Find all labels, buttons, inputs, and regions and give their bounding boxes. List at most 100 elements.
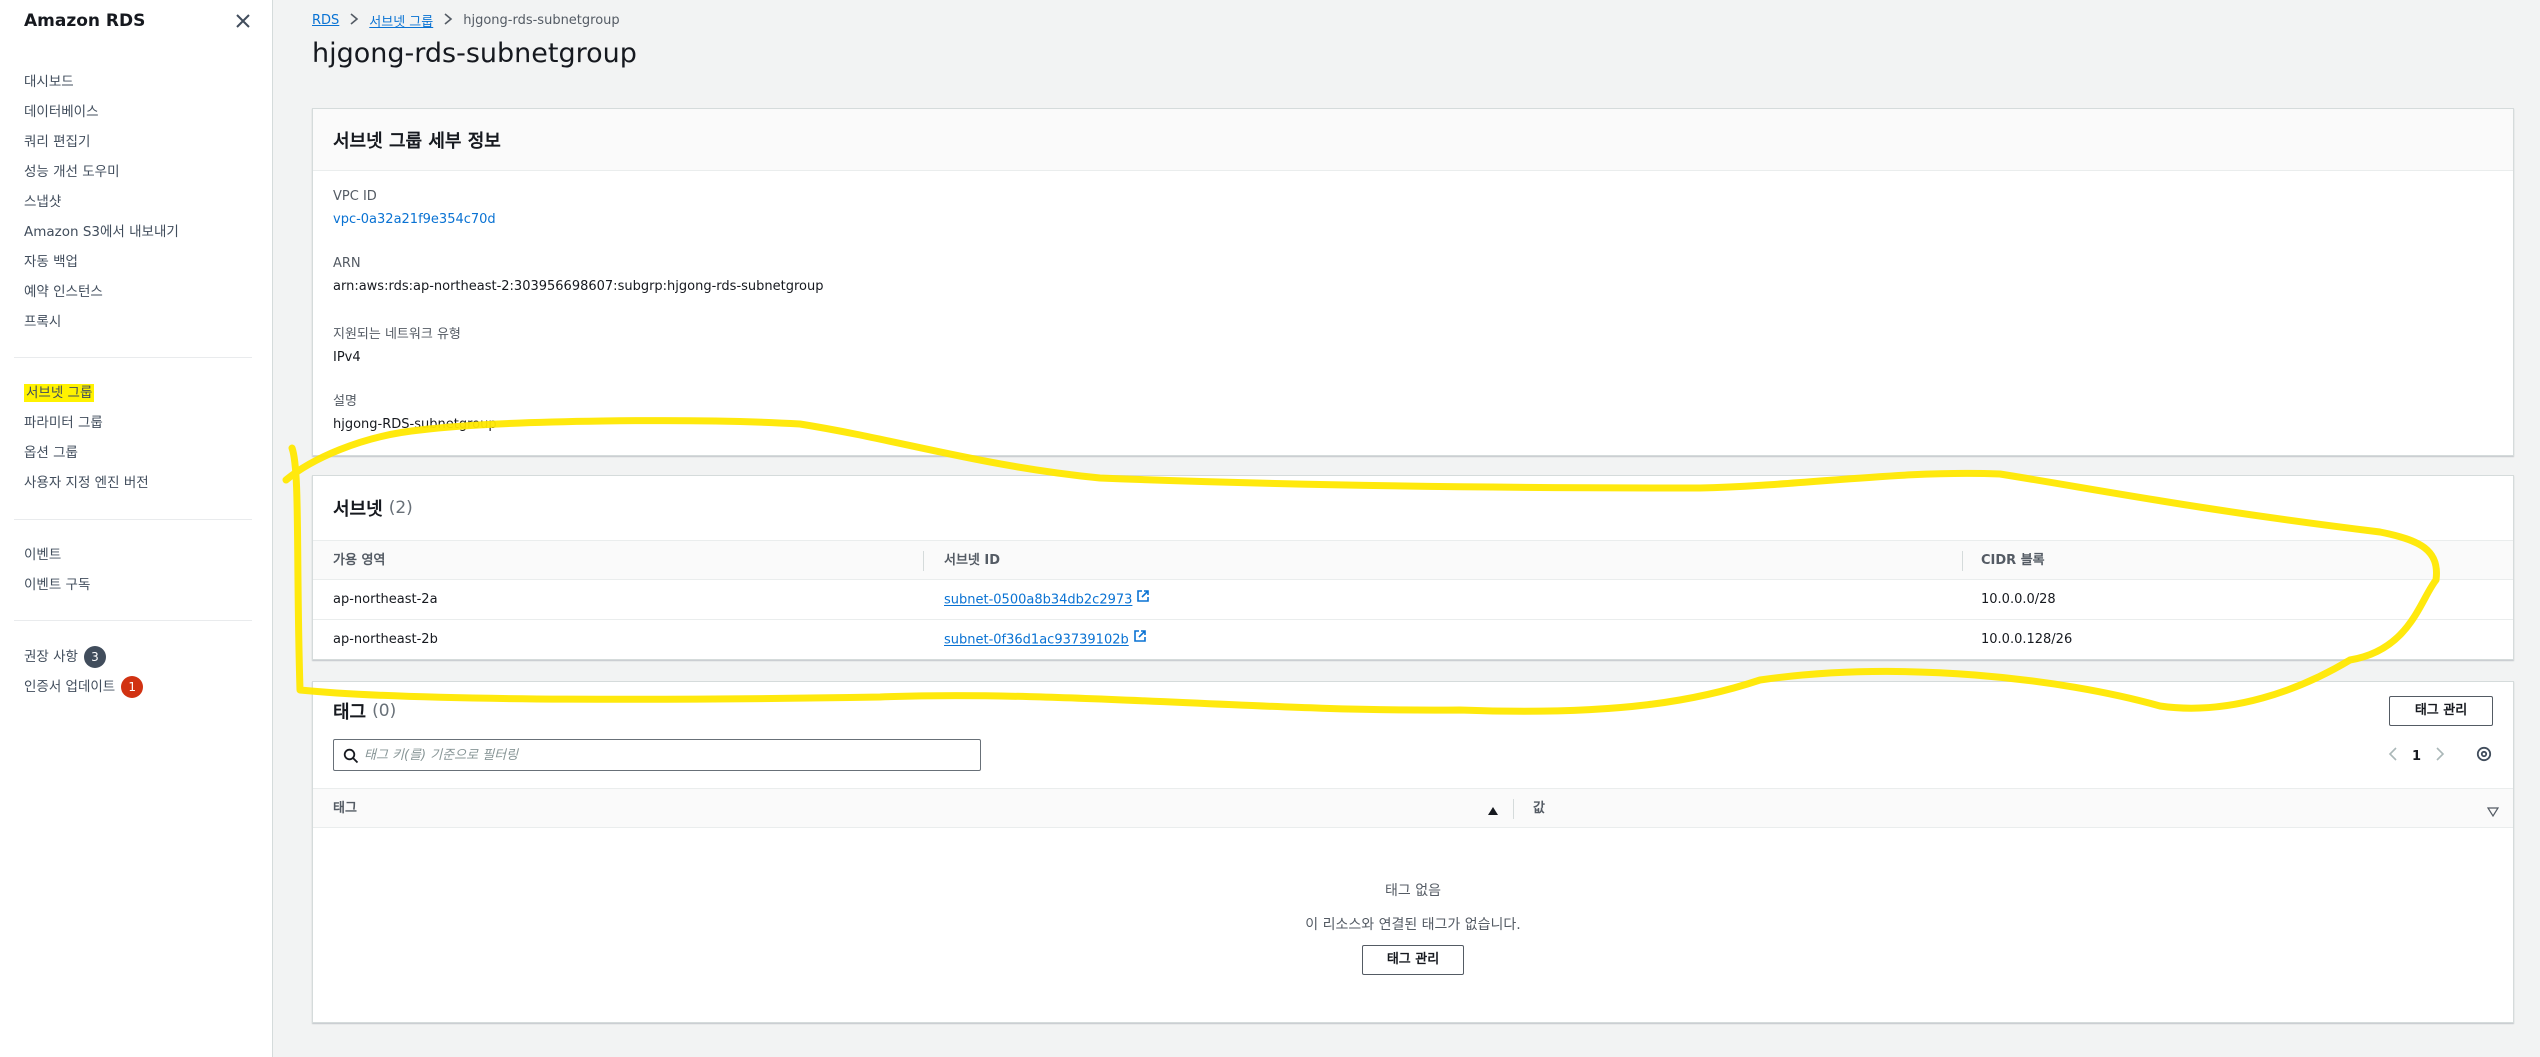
column-divider xyxy=(1962,551,1963,571)
sidebar: Amazon RDS 대시보드 데이터베이스 쿼리 편집기 성능 개선 도우미 … xyxy=(0,0,273,1057)
description-field: 설명 hjgong-RDS-subnetgroup xyxy=(333,390,497,432)
row-az: ap-northeast-2a xyxy=(333,592,438,607)
close-icon[interactable] xyxy=(232,10,254,32)
recommendations-badge: 3 xyxy=(83,646,106,668)
nav-group-events: 이벤트 이벤트 구독 xyxy=(24,540,90,600)
nav-item-proxies[interactable]: 프록시 xyxy=(24,307,179,337)
manage-tags-button[interactable]: 태그 관리 xyxy=(2389,696,2493,726)
sidebar-divider xyxy=(14,357,252,358)
search-icon xyxy=(343,748,359,768)
recommendations-label: 권장 사항 xyxy=(24,649,78,665)
nav-item-parameter-groups[interactable]: 파라미터 그룹 xyxy=(24,408,149,438)
breadcrumb: RDS 서브넷 그룹 hjgong-rds-subnetgroup xyxy=(312,11,620,30)
certificate-update-badge: 1 xyxy=(121,676,144,698)
subnets-table-header: 가용 영역 서브넷 ID CIDR 블록 xyxy=(313,540,2513,580)
nav-group-config: 서브넷 그룹 파라미터 그룹 옵션 그룹 사용자 지정 엔진 버전 xyxy=(24,378,149,498)
vpc-label: VPC ID xyxy=(333,189,377,204)
subnet-id-text: subnet-0500a8b34db2c2973 xyxy=(944,592,1133,608)
row-cidr: 10.0.0.128/26 xyxy=(1981,632,2073,647)
details-title: 서브넷 그룹 세부 정보 xyxy=(333,130,501,152)
sort-ascending-icon[interactable] xyxy=(1487,802,1499,821)
nav-item-option-groups[interactable]: 옵션 그룹 xyxy=(24,438,149,468)
nav-item-subnet-groups[interactable]: 서브넷 그룹 xyxy=(24,378,149,408)
arn-field: ARN arn:aws:rds:ap-northeast-2:303956698… xyxy=(333,256,823,294)
row-az: ap-northeast-2b xyxy=(333,632,438,647)
nav-item-certificate-update[interactable]: 인증서 업데이트 1 xyxy=(24,672,144,702)
breadcrumb-subnet-groups[interactable]: 서브넷 그룹 xyxy=(369,11,433,30)
nav-item-snapshots[interactable]: 스냅샷 xyxy=(24,187,179,217)
subnets-header: 서브넷 (2) xyxy=(313,476,2513,540)
description-value: hjgong-RDS-subnetgroup xyxy=(333,417,497,432)
sidebar-divider xyxy=(14,519,252,520)
external-link-icon xyxy=(1136,580,1150,620)
tags-count: (0) xyxy=(372,701,397,721)
sidebar-title: Amazon RDS xyxy=(24,11,146,31)
nav-item-recommendations[interactable]: 권장 사항 3 xyxy=(24,642,143,672)
subnets-panel: 서브넷 (2) 가용 영역 서브넷 ID CIDR 블록 ap-northeas… xyxy=(312,475,2514,660)
column-divider xyxy=(923,551,924,571)
nav-item-query-editor[interactable]: 쿼리 편집기 xyxy=(24,127,179,157)
subnets-count: (2) xyxy=(388,498,413,518)
nav-item-dashboard[interactable]: 대시보드 xyxy=(24,67,179,97)
chevron-left-icon[interactable] xyxy=(2388,747,2398,765)
col-tag-key[interactable]: 태그 xyxy=(333,789,357,829)
page-title: hjgong-rds-subnetgroup xyxy=(312,38,637,69)
col-cidr-block: CIDR 블록 xyxy=(1981,553,2045,568)
network-type-label: 지원되는 네트워크 유형 xyxy=(333,327,461,342)
tags-title: 태그 xyxy=(333,702,367,723)
chevron-right-icon[interactable] xyxy=(2435,747,2445,765)
nav-group-recommendations: 권장 사항 3 인증서 업데이트 1 xyxy=(24,642,144,702)
empty-title: 태그 없음 xyxy=(1385,883,1441,899)
chevron-right-icon xyxy=(443,12,453,29)
page-number[interactable]: 1 xyxy=(2412,749,2421,764)
chevron-right-icon xyxy=(349,12,359,29)
vpc-field: VPC ID vpc-0a32a21f9e354c70d xyxy=(333,189,496,227)
arn-value: arn:aws:rds:ap-northeast-2:303956698607:… xyxy=(333,279,824,294)
arn-label: ARN xyxy=(333,256,361,271)
empty-state: 태그 없음 이 리소스와 연결된 태그가 없습니다. xyxy=(313,880,2513,934)
network-type-field: 지원되는 네트워크 유형 IPv4 xyxy=(333,323,461,365)
tags-header: 태그 (0) xyxy=(333,698,396,724)
col-tag-value[interactable]: 값 xyxy=(1533,789,1545,829)
certificate-update-label: 인증서 업데이트 xyxy=(24,679,116,695)
subnet-groups-label: 서브넷 그룹 xyxy=(24,384,95,402)
table-row: ap-northeast-2a subnet-0500a8b34db2c2973… xyxy=(313,580,2513,620)
description-label: 설명 xyxy=(333,394,357,409)
col-availability-zone: 가용 영역 xyxy=(333,553,386,568)
empty-manage-tags-button[interactable]: 태그 관리 xyxy=(1362,945,1464,975)
nav-item-custom-engine-versions[interactable]: 사용자 지정 엔진 버전 xyxy=(24,468,149,498)
details-panel: 서브넷 그룹 세부 정보 VPC ID vpc-0a32a21f9e354c70… xyxy=(312,108,2514,456)
external-link-icon xyxy=(1133,620,1147,660)
sidebar-divider xyxy=(14,620,252,621)
breadcrumb-current: hjgong-rds-subnetgroup xyxy=(463,13,620,28)
details-header: 서브넷 그룹 세부 정보 xyxy=(313,109,2513,171)
nav-item-databases[interactable]: 데이터베이스 xyxy=(24,97,179,127)
tags-table-header: 태그 값 xyxy=(313,788,2513,828)
nav-item-automated-backups[interactable]: 자동 백업 xyxy=(24,247,179,277)
nav-item-events[interactable]: 이벤트 xyxy=(24,540,90,570)
nav-item-reserved-instances[interactable]: 예약 인스턴스 xyxy=(24,277,179,307)
nav-item-event-subscriptions[interactable]: 이벤트 구독 xyxy=(24,570,90,600)
column-divider xyxy=(1513,799,1514,819)
tag-search-field[interactable] xyxy=(333,739,981,771)
table-row: ap-northeast-2b subnet-0f36d1ac93739102b… xyxy=(313,620,2513,660)
nav-item-performance-insights[interactable]: 성능 개선 도우미 xyxy=(24,157,179,187)
sidebar-header: Amazon RDS xyxy=(24,10,254,34)
subnet-id-link[interactable]: subnet-0f36d1ac93739102b xyxy=(944,620,1147,660)
col-subnet-id: 서브넷 ID xyxy=(944,553,1001,568)
row-cidr: 10.0.0.0/28 xyxy=(1981,592,2056,607)
tags-panel: 태그 (0) 태그 관리 1 태그 값 태그 없음 이 리소스와 연결된 태그가… xyxy=(312,681,2514,1023)
gear-icon[interactable] xyxy=(2475,745,2493,767)
network-type-value: IPv4 xyxy=(333,350,361,365)
subnet-id-link[interactable]: subnet-0500a8b34db2c2973 xyxy=(944,580,1150,620)
nav-item-s3-exports[interactable]: Amazon S3에서 내보내기 xyxy=(24,217,179,247)
subnet-id-text: subnet-0f36d1ac93739102b xyxy=(944,632,1129,648)
empty-description: 이 리소스와 연결된 태그가 없습니다. xyxy=(1305,917,1521,933)
subnets-title: 서브넷 xyxy=(333,499,383,520)
breadcrumb-rds[interactable]: RDS xyxy=(312,13,339,28)
vpc-link[interactable]: vpc-0a32a21f9e354c70d xyxy=(333,212,496,227)
tag-search-input[interactable] xyxy=(364,740,964,770)
sort-descending-icon[interactable] xyxy=(2486,803,2500,822)
pagination: 1 xyxy=(2388,745,2493,767)
nav-group-main: 대시보드 데이터베이스 쿼리 편집기 성능 개선 도우미 스냅샷 Amazon … xyxy=(24,67,179,337)
